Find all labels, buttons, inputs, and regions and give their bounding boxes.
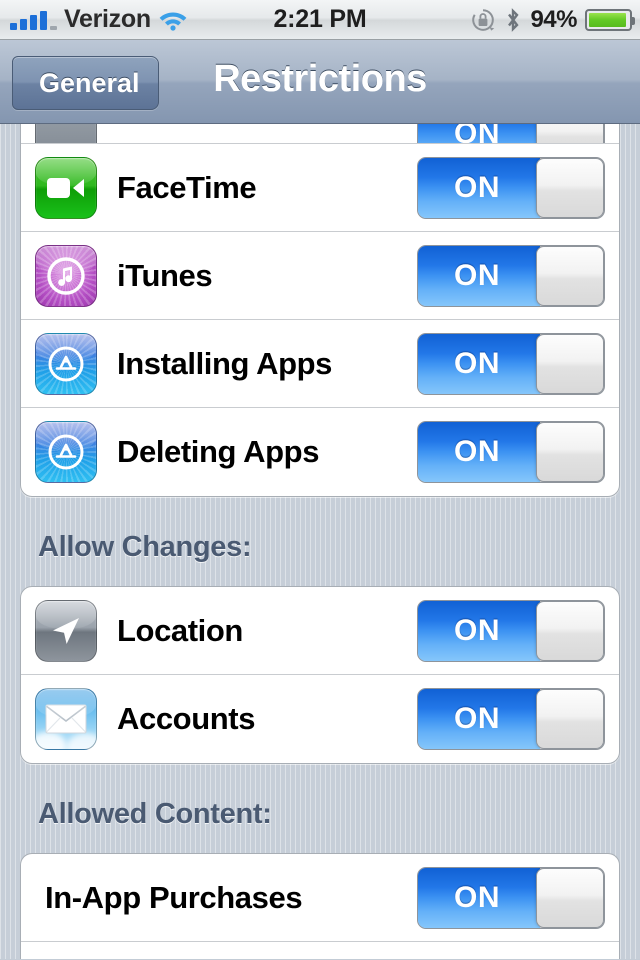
iphone-screen: Verizon 2:21 PM 94% General Restrictions…: [0, 0, 640, 960]
page-title: Restrictions: [213, 58, 427, 100]
partial-row-icon: [35, 124, 97, 143]
navigation-bar: General Restrictions: [0, 40, 640, 124]
toggle-knob[interactable]: [536, 333, 604, 394]
toggle-state-label: ON: [454, 435, 500, 468]
toggle-knob[interactable]: [536, 157, 604, 218]
cellular-signal-icon: [10, 10, 57, 30]
toggle-state-label: ON: [454, 880, 500, 914]
table-row[interactable]: In-App Purchases ON: [21, 854, 619, 942]
toggle-switch[interactable]: ON: [417, 156, 605, 219]
allowed-content-group: In-App Purchases ON: [20, 853, 620, 959]
rotation-lock-icon: [470, 7, 496, 33]
toggle-knob[interactable]: [536, 245, 604, 306]
itunes-icon: [35, 244, 97, 307]
table-row[interactable]: Installing Apps ON: [21, 320, 619, 408]
app-store-icon: [35, 421, 97, 483]
bluetooth-icon: [504, 7, 522, 33]
toggle-knob[interactable]: [536, 124, 604, 143]
toggle-switch[interactable]: ON: [417, 688, 605, 750]
toggle-state-label: ON: [454, 124, 500, 144]
table-row[interactable]: [21, 942, 619, 959]
battery-icon: [585, 8, 635, 31]
row-label: Location: [117, 612, 243, 648]
status-bar-left: Verizon: [0, 5, 188, 34]
table-row[interactable]: Deleting Apps ON: [21, 408, 619, 496]
toggle-state-label: ON: [454, 258, 500, 292]
mail-envelope-icon: [35, 688, 97, 750]
allow-changes-group: Location ON Accounts ON: [20, 586, 620, 764]
toggle-knob[interactable]: [536, 867, 604, 928]
table-row[interactable]: ON: [21, 124, 619, 144]
row-label: Deleting Apps: [117, 434, 320, 469]
battery-percent-label: 94%: [530, 5, 577, 33]
carrier-label: Verizon: [64, 5, 151, 33]
status-bar: Verizon 2:21 PM 94%: [0, 0, 640, 40]
toggle-switch[interactable]: ON: [417, 866, 605, 929]
restrictions-apps-group: ON FaceTime ON iTunes ON Installing Apps…: [20, 124, 620, 497]
table-row[interactable]: iTunes ON: [21, 232, 619, 320]
table-row[interactable]: Accounts ON: [21, 675, 619, 763]
toggle-knob[interactable]: [536, 600, 604, 661]
row-label: FaceTime: [117, 169, 257, 205]
facetime-icon: [35, 156, 97, 219]
section-header-allowed-content: Allowed Content:: [38, 798, 272, 830]
row-label: Installing Apps: [117, 345, 333, 381]
toggle-switch[interactable]: ON: [417, 421, 605, 483]
row-label: Accounts: [117, 701, 256, 736]
toggle-switch[interactable]: ON: [417, 244, 605, 307]
status-bar-right: 94%: [470, 0, 635, 39]
wifi-icon: [158, 9, 188, 31]
table-row[interactable]: Location ON: [21, 587, 619, 675]
toggle-state-label: ON: [454, 346, 500, 380]
clock-label: 2:21 PM: [273, 5, 367, 33]
toggle-switch[interactable]: ON: [417, 124, 605, 144]
toggle-state-label: ON: [454, 702, 500, 735]
location-arrow-icon: [35, 599, 97, 662]
toggle-knob[interactable]: [536, 422, 604, 482]
row-label: iTunes: [117, 257, 213, 293]
toggle-switch[interactable]: ON: [417, 599, 605, 662]
section-header-allow-changes: Allow Changes:: [38, 531, 252, 563]
app-store-icon: [35, 332, 97, 395]
row-label: In-App Purchases: [45, 879, 303, 915]
toggle-state-label: ON: [454, 613, 500, 647]
toggle-switch[interactable]: ON: [417, 332, 605, 395]
settings-scroll-view[interactable]: ON FaceTime ON iTunes ON Installing Apps…: [0, 124, 640, 959]
toggle-state-label: ON: [454, 170, 500, 204]
toggle-knob[interactable]: [536, 689, 604, 749]
table-row[interactable]: FaceTime ON: [21, 144, 619, 232]
